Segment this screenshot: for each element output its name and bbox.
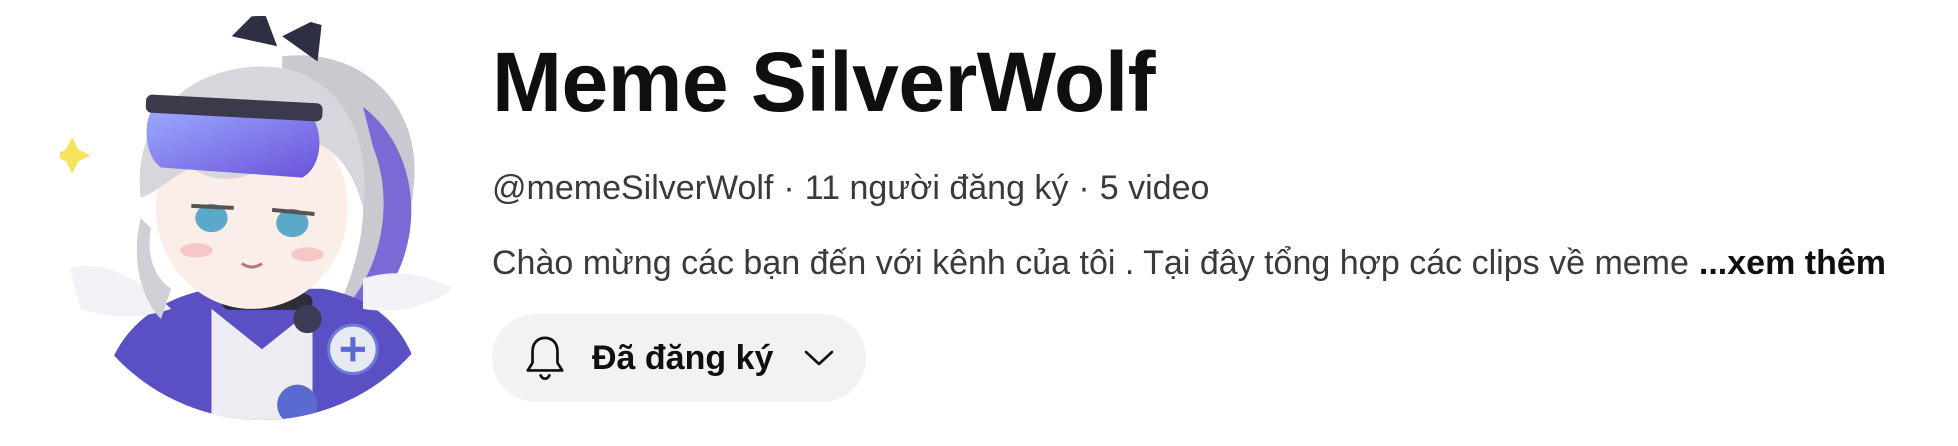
channel-description: Chào mừng các bạn đến với kênh của tôi .… xyxy=(492,243,1886,284)
meta-separator: · xyxy=(783,169,795,207)
meta-separator: · xyxy=(1078,169,1090,207)
channel-info: Meme SilverWolf @memeSilverWolf · 11 người… xyxy=(492,0,1932,446)
subscribed-button[interactable]: Đã đăng ký xyxy=(492,314,866,402)
chevron-down-icon xyxy=(805,350,834,366)
video-count: 5 video xyxy=(1099,169,1210,207)
channel-handle: @memeSilverWolf xyxy=(492,169,774,207)
channel-avatar[interactable] xyxy=(60,16,464,420)
subscribed-label: Đã đăng ký xyxy=(592,338,774,377)
channel-meta: @memeSilverWolf · 11 người đăng ký · 5 video xyxy=(492,168,1209,209)
subscriber-count: 11 người đăng ký xyxy=(804,169,1069,207)
channel-name: Meme SilverWolf xyxy=(492,35,1156,129)
avatar-image xyxy=(60,16,464,420)
bell-icon xyxy=(526,336,564,381)
description-text: Chào mừng các bạn đến với kênh của tôi .… xyxy=(492,244,1689,282)
show-more-link[interactable]: ...xem thêm xyxy=(1699,244,1886,282)
